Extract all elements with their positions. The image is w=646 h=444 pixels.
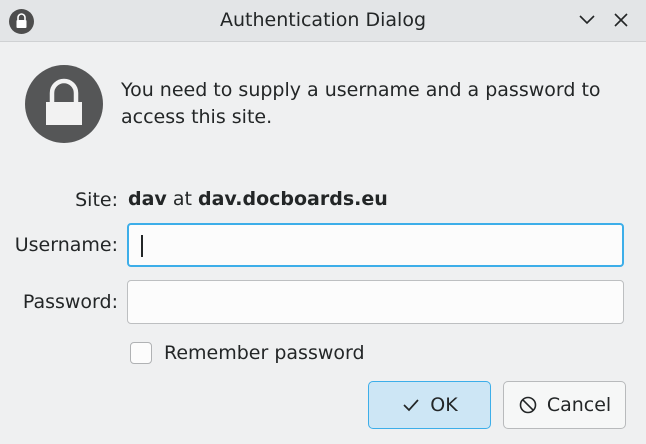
text-cursor (141, 235, 143, 257)
window-title: Authentication Dialog (219, 9, 427, 31)
username-field[interactable] (127, 223, 624, 267)
site-value: dav at dav.docboards.eu (128, 188, 388, 210)
remember-password-label[interactable]: Remember password (164, 342, 365, 364)
lock-icon (25, 65, 103, 143)
username-label: Username: (14, 234, 118, 256)
site-host: dav.docboards.eu (198, 188, 388, 210)
site-user: dav (128, 188, 167, 210)
checkmark-icon (401, 395, 421, 415)
password-field[interactable] (127, 280, 624, 324)
site-at: at (172, 188, 192, 210)
cancel-button[interactable]: Cancel (503, 381, 626, 429)
chevron-down-icon[interactable] (575, 8, 599, 32)
remember-password-checkbox[interactable] (130, 342, 152, 364)
cancel-icon (518, 395, 538, 415)
ok-button-label: OK (430, 394, 458, 416)
auth-message: You need to supply a username and a pass… (121, 79, 601, 128)
ok-button[interactable]: OK (368, 381, 491, 429)
title-bar[interactable]: Authentication Dialog (0, 0, 646, 42)
site-label: Site: (75, 189, 118, 211)
cancel-button-label: Cancel (546, 394, 612, 416)
close-icon[interactable] (609, 8, 633, 32)
authentication-dialog: Authentication Dialog You need to supply… (0, 0, 646, 444)
password-label: Password: (22, 291, 118, 313)
